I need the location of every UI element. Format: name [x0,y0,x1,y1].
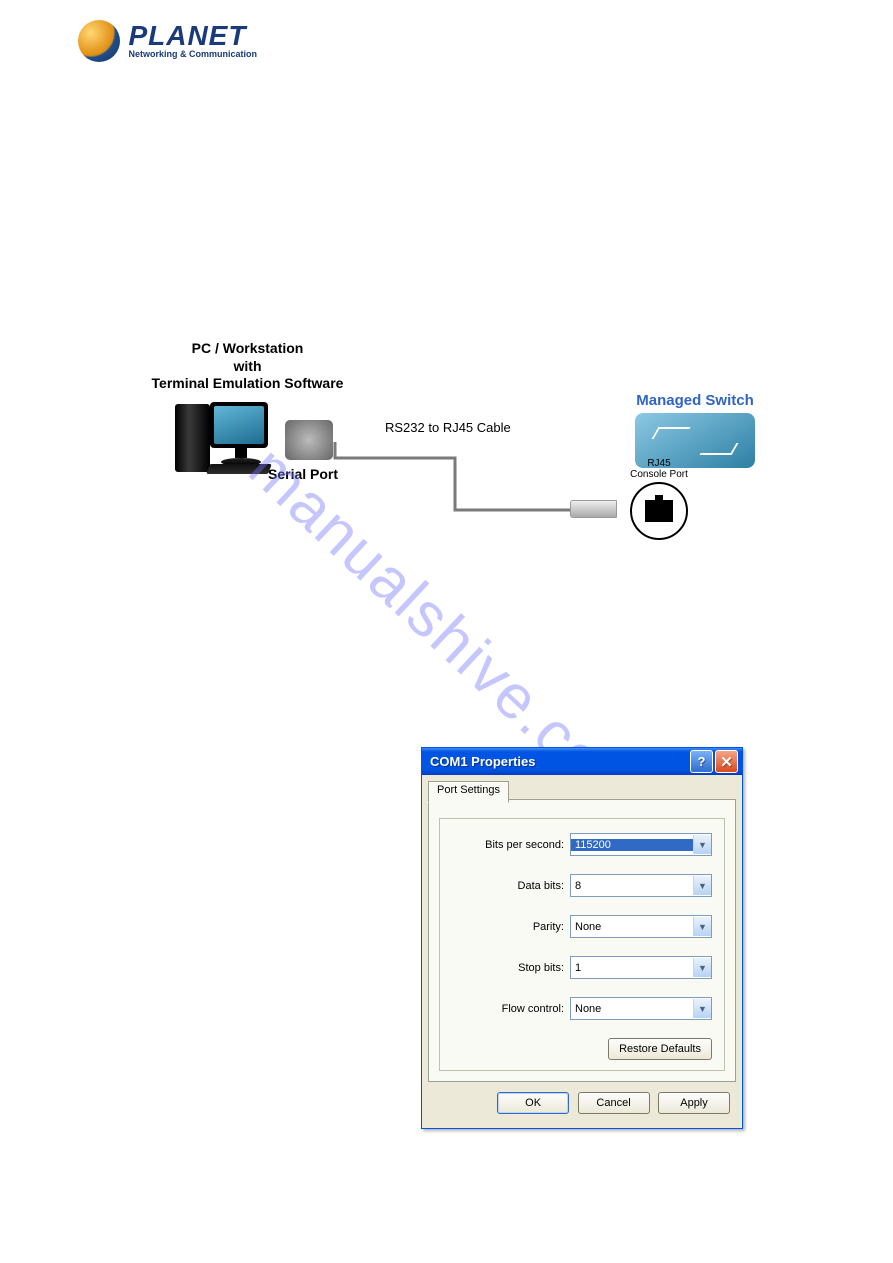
planet-globe-icon [78,20,120,62]
restore-defaults-button[interactable]: Restore Defaults [608,1038,712,1060]
dialog-title: COM1 Properties [430,754,535,769]
close-icon: ✕ [720,753,733,771]
connection-diagram: PC / Workstation with Terminal Emulation… [130,340,770,550]
databits-value: 8 [571,880,693,892]
planet-logo: PLANET Networking & Communication [78,20,257,62]
tab-port-settings[interactable]: Port Settings [428,781,509,803]
ok-button[interactable]: OK [497,1092,569,1114]
managed-switch-block: Managed Switch [620,392,770,468]
tab-pane: Port Settings Bits per second: 115200 ▼ … [428,799,736,1082]
bps-value: 115200 [571,839,693,851]
chevron-down-icon[interactable]: ▼ [693,999,711,1018]
port-settings-group: Bits per second: 115200 ▼ Data bits: 8 ▼… [439,818,725,1071]
parity-select[interactable]: None ▼ [570,915,712,938]
com1-properties-dialog: COM1 Properties ? ✕ Port Settings Bits p… [421,747,743,1129]
port-label-l2: Console Port [625,469,693,480]
flowcontrol-select[interactable]: None ▼ [570,997,712,1020]
stopbits-label: Stop bits: [452,962,570,974]
dialog-button-row: OK Cancel Apply [428,1082,736,1122]
parity-value: None [571,921,693,933]
apply-button[interactable]: Apply [658,1092,730,1114]
close-button[interactable]: ✕ [715,750,738,773]
cancel-button[interactable]: Cancel [578,1092,650,1114]
cable-label: RS232 to RJ45 Cable [385,420,511,435]
stopbits-value: 1 [571,962,693,974]
logo-tagline: Networking & Communication [128,49,257,59]
console-port-callout: RJ45 Console Port [625,458,693,540]
cable-line [280,442,600,522]
chevron-down-icon[interactable]: ▼ [693,835,711,854]
rj45-jack-icon [645,500,673,522]
flowcontrol-value: None [571,1003,693,1015]
chevron-down-icon[interactable]: ▼ [693,917,711,936]
help-button[interactable]: ? [690,750,713,773]
managed-switch-label: Managed Switch [620,392,770,409]
rj45-plug-icon [570,500,617,518]
chevron-down-icon[interactable]: ▼ [693,958,711,977]
pc-workstation-icon [175,402,275,477]
bps-label: Bits per second: [452,839,570,851]
chevron-down-icon[interactable]: ▼ [693,876,711,895]
bps-select[interactable]: 115200 ▼ [570,833,712,856]
databits-label: Data bits: [452,880,570,892]
databits-select[interactable]: 8 ▼ [570,874,712,897]
port-label-l1: RJ45 [625,458,693,469]
titlebar[interactable]: COM1 Properties ? ✕ [422,748,742,775]
pc-title: PC / Workstation with Terminal Emulation… [130,340,365,393]
parity-label: Parity: [452,921,570,933]
flowcontrol-label: Flow control: [452,1003,570,1015]
logo-brand: PLANET [128,23,257,48]
stopbits-select[interactable]: 1 ▼ [570,956,712,979]
